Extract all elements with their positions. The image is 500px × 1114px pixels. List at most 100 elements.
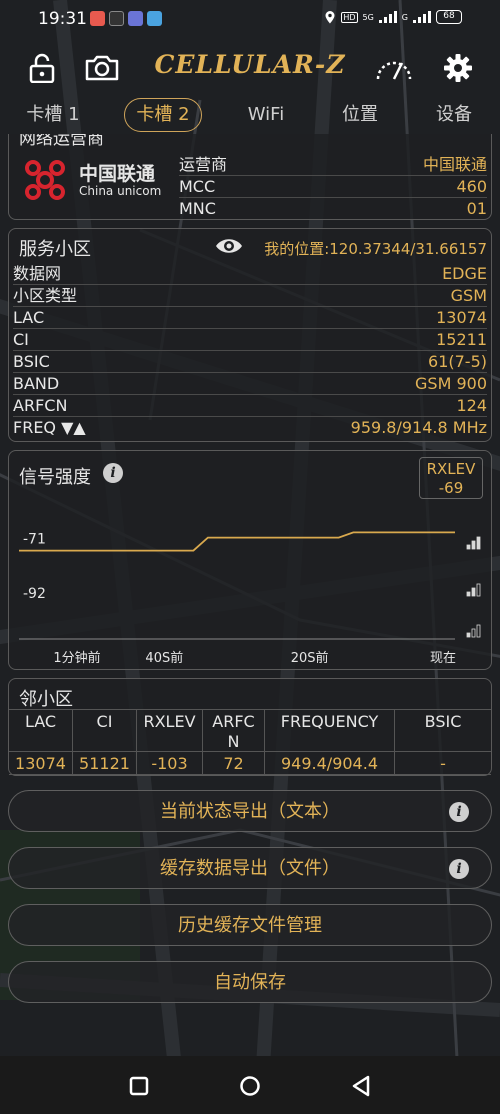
tab-location[interactable]: 位置	[330, 98, 390, 132]
mnc-row: MNC 01	[179, 198, 487, 219]
signal-level-icon	[466, 591, 471, 597]
weibo-icon	[90, 11, 105, 26]
signal-level-icon	[471, 628, 476, 638]
signal-level-icon	[476, 536, 481, 550]
data-network-row: 数据网 EDGE	[13, 263, 487, 285]
row-key: MCC	[179, 177, 216, 196]
settings-button[interactable]	[438, 50, 478, 86]
signal-level-icon	[476, 583, 481, 597]
row-key: BAND	[13, 374, 60, 393]
row-key: 小区类型	[13, 286, 78, 305]
table-cell: 13074	[9, 751, 73, 775]
table-cell: -103	[137, 751, 203, 775]
row-key: LAC	[13, 308, 45, 327]
sim-tabs: 卡槽 1 卡槽 2 WiFi 位置 设备	[0, 98, 500, 134]
signal-bars-icon-2	[413, 11, 431, 23]
unlock-icon	[29, 53, 55, 83]
operator-row: 运营商 中国联通	[179, 154, 487, 176]
operator-header: 网络运营商	[19, 134, 104, 149]
signal-strength-panel: 信号强度 i RXLEV -69 -71 -92 1分钟前 40S前 20S前 现在	[8, 450, 492, 670]
signal-level-icon	[471, 540, 476, 550]
signal-level-icon	[471, 587, 476, 597]
back-icon[interactable]	[351, 1075, 371, 1097]
gear-icon	[444, 54, 472, 82]
row-value: GSM	[450, 286, 487, 305]
x-tick-label: 40S前	[145, 650, 183, 666]
x-tick-label: 1分钟前	[53, 650, 100, 666]
row-key: 数据网	[13, 264, 62, 283]
camera-icon	[85, 55, 119, 81]
cell-type-row: 小区类型 GSM	[13, 285, 487, 307]
operator-panel: 网络运营商 中国联通 China unicom 运营商 中国联通 MCC 460…	[8, 134, 492, 220]
button-label: 当前状态导出（文本）	[160, 801, 340, 822]
row-value: EDGE	[442, 264, 487, 283]
export-cache-file-button[interactable]: 缓存数据导出（文件） i	[8, 847, 492, 889]
row-key: CI	[13, 330, 29, 349]
home-icon[interactable]	[239, 1075, 261, 1097]
row-key: BSIC	[13, 352, 50, 371]
row-value: 01	[466, 199, 487, 218]
x-tick-label: 20S前	[291, 650, 329, 666]
location-icon	[325, 11, 335, 24]
row-key: MNC	[179, 199, 216, 218]
signal-level-icon	[476, 624, 481, 638]
table-cell: -	[395, 751, 491, 775]
info-icon[interactable]: i	[449, 859, 469, 879]
col-header-rxlev: RXLEV	[137, 709, 203, 751]
lock-button[interactable]	[22, 50, 62, 86]
row-value: 460	[456, 177, 487, 196]
table-cell: 51121	[73, 751, 137, 775]
screenshot-button[interactable]	[82, 50, 122, 86]
row-value: 61(7-5)	[428, 352, 487, 371]
table-cell: 949.4/904.4	[265, 751, 395, 775]
col-header-bsic: BSIC	[395, 709, 491, 751]
row-value: 959.8/914.8 MHz	[350, 418, 487, 437]
speedtest-button[interactable]	[374, 50, 414, 86]
col-header-frequency: FREQUENCY	[265, 709, 395, 751]
arfcn-row: ARFCN 124	[13, 395, 487, 417]
recent-apps-icon[interactable]	[129, 1076, 149, 1096]
tab-sim2[interactable]: 卡槽 2	[124, 98, 202, 132]
lac-row: LAC 13074	[13, 307, 487, 329]
row-value: 中国联通	[422, 155, 487, 174]
tab-sim1[interactable]: 卡槽 1	[18, 98, 88, 132]
table-cell: 72	[203, 751, 265, 775]
y-tick-label: -71	[23, 532, 46, 548]
telegram-icon	[147, 11, 162, 26]
row-value: GSM 900	[415, 374, 487, 393]
eye-icon[interactable]	[215, 237, 243, 255]
tab-device[interactable]: 设备	[424, 98, 484, 132]
status-bar: 19:31 HD 5G G 68	[0, 0, 500, 40]
my-location-text: 我的位置:120.37344/31.66157	[264, 240, 487, 258]
auto-save-button[interactable]: 自动保存	[8, 961, 492, 1003]
logo-cn-text: 中国联通	[79, 163, 156, 185]
ci-row: CI 15211	[13, 329, 487, 351]
battery-icon: 68	[436, 10, 462, 24]
neighbour-title: 邻小区	[19, 689, 73, 710]
col-header-lac: LAC	[9, 709, 73, 751]
freq-row[interactable]: FREQ ▼▲ 959.8/914.8 MHz	[13, 417, 487, 439]
button-label: 自动保存	[214, 972, 286, 993]
row-key: 运营商	[179, 155, 228, 174]
button-label: 缓存数据导出（文件）	[160, 858, 340, 879]
hd-label: HD	[341, 11, 358, 23]
signal-level-icon	[466, 632, 471, 638]
row-value: 13074	[436, 308, 487, 327]
5g-label: 5G	[362, 12, 374, 22]
signal-chart: -71 -92 1分钟前 40S前 20S前 现在	[19, 531, 481, 666]
info-icon[interactable]: i	[449, 802, 469, 822]
row-value: 15211	[436, 330, 487, 349]
system-nav-bar	[0, 1056, 500, 1114]
band-row: BAND GSM 900	[13, 373, 487, 395]
y-tick-label: -92	[23, 586, 46, 602]
app-notification-icon-2	[128, 11, 143, 26]
row-key: FREQ ▼▲	[13, 418, 86, 437]
signal-level-icon	[466, 544, 471, 550]
serving-cell-panel: 服务小区 我的位置:120.37344/31.66157 数据网 EDGE 小区类…	[8, 228, 492, 442]
signal-bars-icon	[378, 11, 397, 23]
tab-wifi[interactable]: WiFi	[236, 98, 296, 132]
logo-en-text: China unicom	[79, 184, 162, 198]
export-status-text-button[interactable]: 当前状态导出（文本） i	[8, 790, 492, 832]
china-unicom-logo: 中国联通 China unicom	[15, 156, 175, 204]
history-cache-manage-button[interactable]: 历史缓存文件管理	[8, 904, 492, 946]
